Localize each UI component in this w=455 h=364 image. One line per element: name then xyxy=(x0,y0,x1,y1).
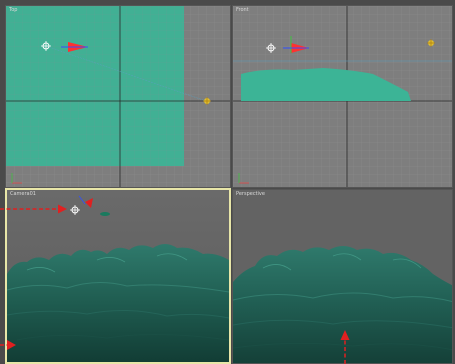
viewport-camera-canvas xyxy=(7,190,229,362)
viewport-top-label[interactable]: Top xyxy=(9,7,17,13)
viewport-perspective-label[interactable]: Perspective xyxy=(236,191,265,197)
viewport-top[interactable]: Top xyxy=(5,5,231,188)
viewport-camera-label[interactable]: Camera01 xyxy=(10,191,36,197)
target-icon[interactable] xyxy=(100,212,110,216)
viewport-front-label[interactable]: Front xyxy=(236,7,249,13)
viewport-front-canvas xyxy=(233,6,452,187)
viewport-perspective[interactable]: Perspective xyxy=(232,189,453,364)
viewport-front[interactable]: Front xyxy=(232,5,453,188)
viewport-perspective-canvas xyxy=(233,190,452,363)
viewport-camera[interactable]: Camera01 xyxy=(5,188,231,364)
viewport-top-canvas xyxy=(6,6,230,187)
terrain-mesh xyxy=(7,244,229,362)
